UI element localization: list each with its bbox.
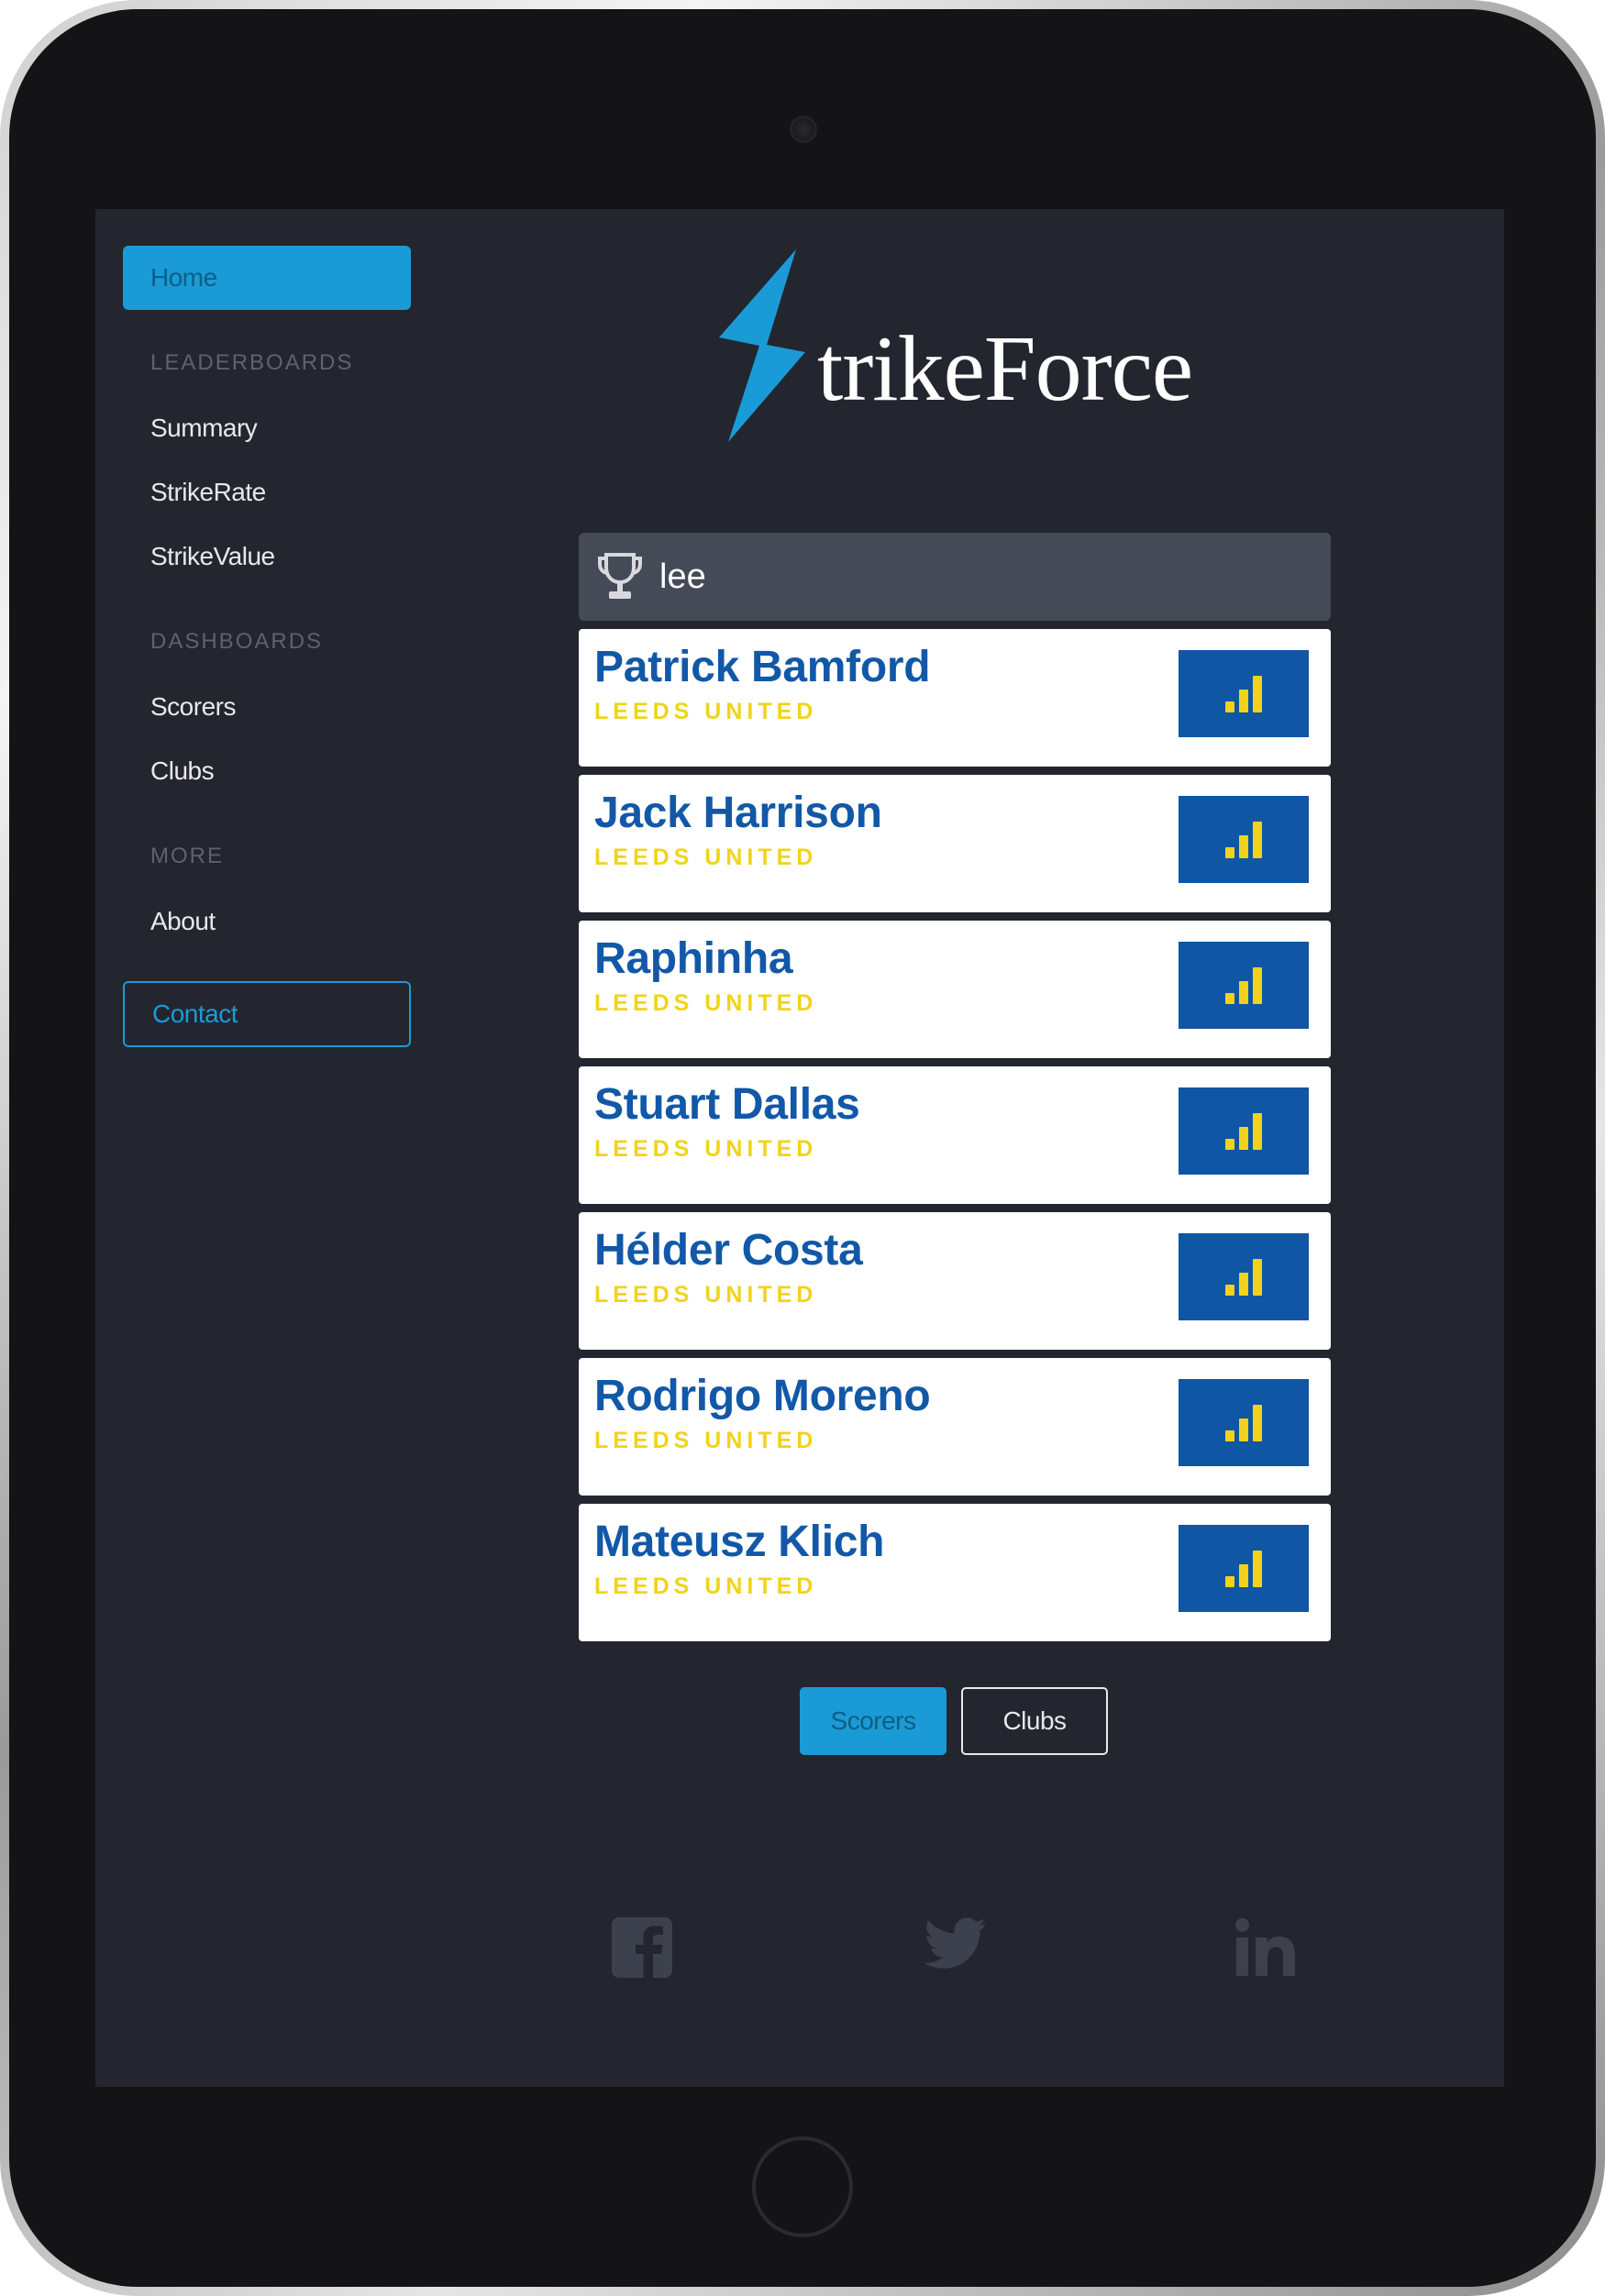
club-name: LEEDS UNITED — [594, 844, 818, 870]
clubs-toggle-button[interactable]: Clubs — [961, 1687, 1108, 1755]
stats-button[interactable] — [1179, 650, 1309, 737]
bar-chart-icon — [1225, 1112, 1262, 1150]
twitter-icon[interactable] — [924, 1917, 987, 1970]
result-card[interactable]: Jack Harrison LEEDS UNITED — [579, 775, 1331, 912]
bar-chart-icon — [1225, 1550, 1262, 1587]
bar-chart-icon — [1225, 675, 1262, 712]
search-term: lee — [659, 557, 706, 596]
trophy-icon — [598, 553, 642, 599]
result-card[interactable]: Mateusz Klich LEEDS UNITED — [579, 1504, 1331, 1641]
club-name: LEEDS UNITED — [594, 1573, 818, 1599]
nav-link-about[interactable]: About — [123, 889, 411, 954]
stats-button[interactable] — [1179, 942, 1309, 1029]
nav-link-strikevalue[interactable]: StrikeValue — [123, 524, 411, 589]
stats-button[interactable] — [1179, 1087, 1309, 1175]
player-name[interactable]: Hélder Costa — [594, 1225, 863, 1275]
scorers-toggle-button[interactable]: Scorers — [800, 1687, 946, 1755]
club-name: LEEDS UNITED — [594, 1136, 818, 1162]
lightning-bolt-icon — [719, 249, 805, 442]
club-name: LEEDS UNITED — [594, 1282, 818, 1308]
tablet-frame: Home LEADERBOARDS Summary StrikeRate Str… — [0, 0, 1605, 2296]
device-home-button[interactable] — [752, 2136, 853, 2237]
player-name[interactable]: Stuart Dallas — [594, 1079, 860, 1130]
nav-section-dashboards: DASHBOARDS — [150, 629, 324, 654]
contact-button[interactable]: Contact — [123, 981, 411, 1047]
nav-section-more: MORE — [150, 844, 224, 868]
nav-section-leaderboards: LEADERBOARDS — [150, 350, 354, 375]
linkedin-icon[interactable] — [1234, 1917, 1297, 1978]
bar-chart-icon — [1225, 1404, 1262, 1441]
view-toggle: Scorers Clubs — [800, 1687, 1108, 1755]
camera-icon — [790, 116, 817, 143]
club-name: LEEDS UNITED — [594, 990, 818, 1016]
app-screen: Home LEADERBOARDS Summary StrikeRate Str… — [95, 209, 1504, 2087]
stats-button[interactable] — [1179, 796, 1309, 883]
club-name: LEEDS UNITED — [594, 699, 818, 724]
search-results: lee Patrick Bamford LEEDS UNITED Jack Ha… — [579, 533, 1331, 1641]
player-name[interactable]: Rodrigo Moreno — [594, 1371, 931, 1421]
nav-link-clubs[interactable]: Clubs — [123, 739, 411, 803]
bar-chart-icon — [1225, 1258, 1262, 1296]
nav-link-strikerate[interactable]: StrikeRate — [123, 460, 411, 524]
nav-home-button[interactable]: Home — [123, 246, 411, 310]
nav-link-scorers[interactable]: Scorers — [123, 675, 411, 739]
sidebar: Home LEADERBOARDS Summary StrikeRate Str… — [123, 246, 411, 1047]
result-card[interactable]: Hélder Costa LEEDS UNITED — [579, 1212, 1331, 1350]
result-card[interactable]: Raphinha LEEDS UNITED — [579, 921, 1331, 1058]
logo-wordmark: trikeForce — [817, 317, 1193, 421]
bar-chart-icon — [1225, 966, 1262, 1004]
search-bar[interactable]: lee — [579, 533, 1331, 621]
stats-button[interactable] — [1179, 1233, 1309, 1320]
club-name: LEEDS UNITED — [594, 1428, 818, 1453]
player-name[interactable]: Patrick Bamford — [594, 642, 931, 692]
strikeforce-logo[interactable]: trikeForce — [719, 248, 1269, 449]
result-card[interactable]: Patrick Bamford LEEDS UNITED — [579, 629, 1331, 767]
nav-link-summary[interactable]: Summary — [123, 396, 411, 460]
result-card[interactable]: Rodrigo Moreno LEEDS UNITED — [579, 1358, 1331, 1496]
stats-button[interactable] — [1179, 1379, 1309, 1466]
facebook-icon[interactable] — [612, 1917, 672, 1978]
player-name[interactable]: Mateusz Klich — [594, 1517, 884, 1567]
player-name[interactable]: Jack Harrison — [594, 788, 882, 838]
player-name[interactable]: Raphinha — [594, 933, 793, 984]
result-card[interactable]: Stuart Dallas LEEDS UNITED — [579, 1066, 1331, 1204]
stats-button[interactable] — [1179, 1525, 1309, 1612]
bar-chart-icon — [1225, 821, 1262, 858]
